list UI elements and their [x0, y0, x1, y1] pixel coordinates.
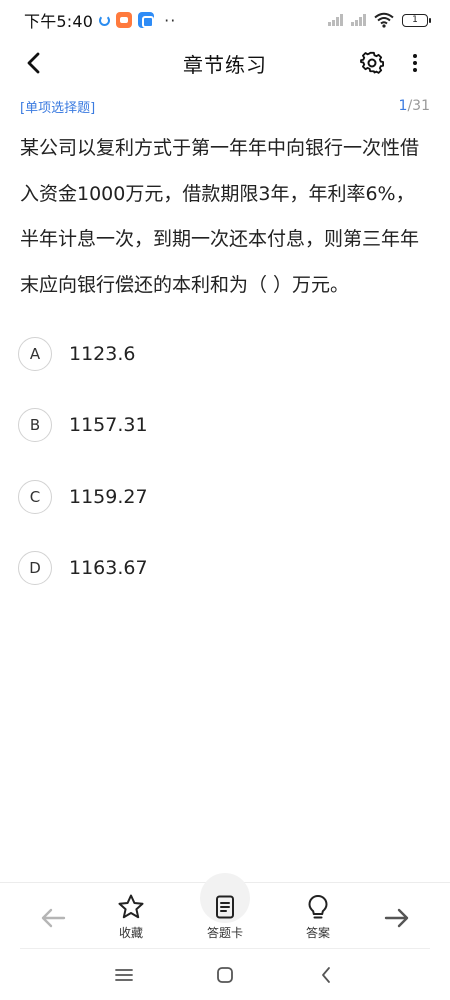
favorite-label: 收藏: [118, 926, 143, 940]
bottom-toolbar: 收藏 答题卡 答案: [0, 873, 450, 948]
question-progress: 1/31: [399, 98, 430, 114]
question-meta: [单项选择题] 1/31: [20, 96, 430, 116]
menu-icon: [115, 969, 133, 981]
app-notification-icon: [138, 12, 155, 28]
back-button[interactable]: [20, 49, 48, 77]
toolbar-divider: [20, 948, 430, 949]
answer-card-button[interactable]: 答题卡: [195, 893, 255, 941]
option-text: 1163.67: [69, 557, 148, 580]
more-notifications-icon: ··: [164, 10, 177, 30]
question-stem: 某公司以复利方式于第一年年中向银行一次性借入资金1000万元，借款期限3年，年利…: [20, 137, 420, 296]
system-back-button[interactable]: [313, 962, 339, 988]
signal-icon: [328, 14, 343, 26]
status-left: 下午5:40 ··: [24, 8, 176, 32]
battery-icon: 1: [402, 13, 431, 27]
option-letter: B: [18, 408, 52, 443]
option-d[interactable]: D 1163.67: [18, 533, 428, 605]
next-question-button[interactable]: [382, 903, 412, 933]
option-b[interactable]: B 1157.31: [18, 390, 428, 462]
previous-question-button[interactable]: [38, 903, 68, 933]
status-right: 1: [328, 12, 431, 28]
vertical-dots-icon: [413, 54, 417, 72]
settings-button[interactable]: [358, 49, 386, 77]
option-a[interactable]: A 1123.6: [18, 318, 428, 390]
recent-apps-button[interactable]: [111, 962, 137, 988]
answer-button[interactable]: 答案: [288, 893, 348, 941]
option-letter: C: [18, 479, 52, 514]
home-button[interactable]: [212, 962, 238, 988]
app-header: 章节练习: [0, 40, 450, 86]
gear-icon: [360, 51, 384, 74]
system-nav-bar: [0, 950, 450, 1000]
question-type-label: [单项选择题]: [20, 100, 96, 116]
more-options-button[interactable]: [404, 49, 426, 77]
arrow-left-icon: [41, 908, 66, 928]
arrow-right-icon: [384, 908, 409, 928]
status-time: 下午5:40: [24, 12, 94, 31]
option-text: 1123.6: [69, 342, 136, 365]
app-notification-icon: [116, 12, 133, 28]
chevron-left-icon: [27, 52, 40, 74]
loading-ring-icon: [99, 14, 111, 26]
chevron-left-icon: [322, 967, 330, 983]
home-square-icon: [217, 967, 233, 983]
option-letter: D: [18, 551, 52, 586]
answer-sheet-icon: [216, 895, 234, 919]
question-total: /31: [407, 98, 430, 114]
favorite-button[interactable]: 收藏: [101, 893, 161, 941]
lightbulb-icon: [308, 895, 328, 919]
option-letter: A: [18, 336, 52, 371]
option-c[interactable]: C 1159.27: [18, 461, 428, 533]
signal-icon: [351, 14, 366, 26]
wifi-icon: [374, 12, 394, 28]
battery-level: 1: [412, 15, 418, 25]
option-text: 1159.27: [69, 485, 148, 508]
option-text: 1157.31: [69, 414, 148, 437]
answer-label: 答案: [305, 926, 330, 940]
star-icon: [118, 894, 144, 919]
status-bar: 下午5:40 ·· 1: [0, 0, 450, 40]
options-list: A 1123.6 B 1157.31 C 1159.27 D 1163.67: [18, 318, 428, 604]
answer-card-label: 答题卡: [206, 926, 243, 940]
